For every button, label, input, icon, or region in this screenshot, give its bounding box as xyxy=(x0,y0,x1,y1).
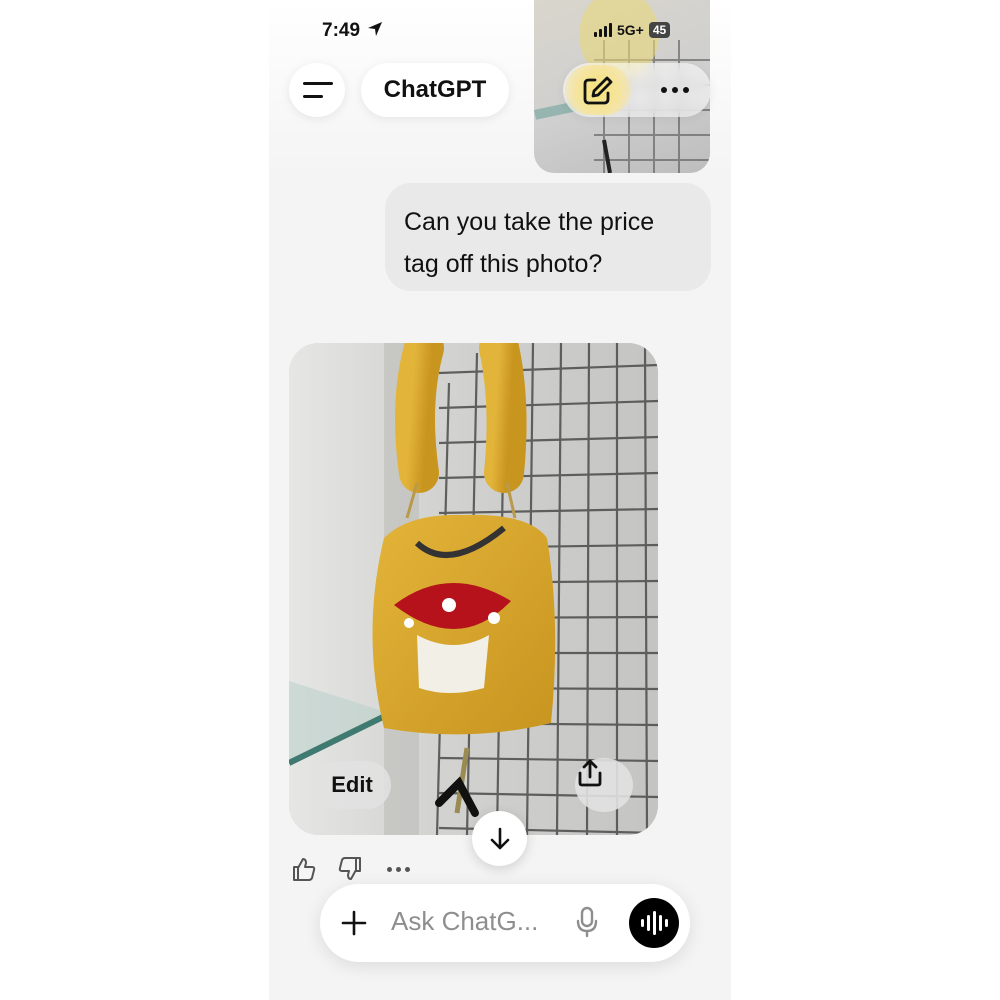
user-message-bubble: Can you take the price tag off this phot… xyxy=(385,183,711,291)
chat-screen: 7:49 5G+ 45 ChatGPT Can you take the pri… xyxy=(269,0,731,1000)
image-edit-label: Edit xyxy=(331,772,373,797)
thumbs-down-icon[interactable] xyxy=(337,856,363,882)
signal-icon xyxy=(594,23,612,37)
voice-mode-button[interactable] xyxy=(629,898,679,948)
status-indicators: 5G+ 45 xyxy=(594,22,671,38)
arrow-down-icon xyxy=(490,827,509,849)
user-message-line: Can you take the price xyxy=(404,208,655,236)
status-time-text: 7:49 xyxy=(322,20,361,41)
generated-image[interactable]: Edit xyxy=(289,343,658,835)
scroll-to-bottom-button[interactable] xyxy=(472,811,527,866)
user-message-line: tag off this photo? xyxy=(404,250,603,278)
image-share-button[interactable] xyxy=(575,758,633,812)
sidebar-menu-button[interactable] xyxy=(289,63,345,117)
compose-icon[interactable] xyxy=(581,75,615,107)
message-input[interactable]: Ask ChatG... xyxy=(391,906,538,937)
image-edit-button[interactable]: Edit xyxy=(313,761,391,809)
more-dots-icon[interactable] xyxy=(387,866,410,872)
more-dots-icon[interactable] xyxy=(661,87,689,93)
model-title-button[interactable]: ChatGPT xyxy=(361,63,509,117)
share-icon xyxy=(578,759,602,787)
app-title: ChatGPT xyxy=(383,76,487,103)
message-composer: Ask ChatG... xyxy=(320,884,690,962)
battery-level: 45 xyxy=(648,22,671,38)
status-time: 7:49 xyxy=(322,20,383,42)
location-arrow-icon xyxy=(368,22,383,36)
response-actions xyxy=(291,856,410,882)
plus-icon[interactable] xyxy=(341,910,367,936)
mic-icon[interactable] xyxy=(575,906,599,938)
header-actions xyxy=(563,63,711,117)
network-type: 5G+ xyxy=(617,22,644,38)
voice-mode-icon xyxy=(640,911,668,935)
thumbs-up-icon[interactable] xyxy=(291,856,317,882)
